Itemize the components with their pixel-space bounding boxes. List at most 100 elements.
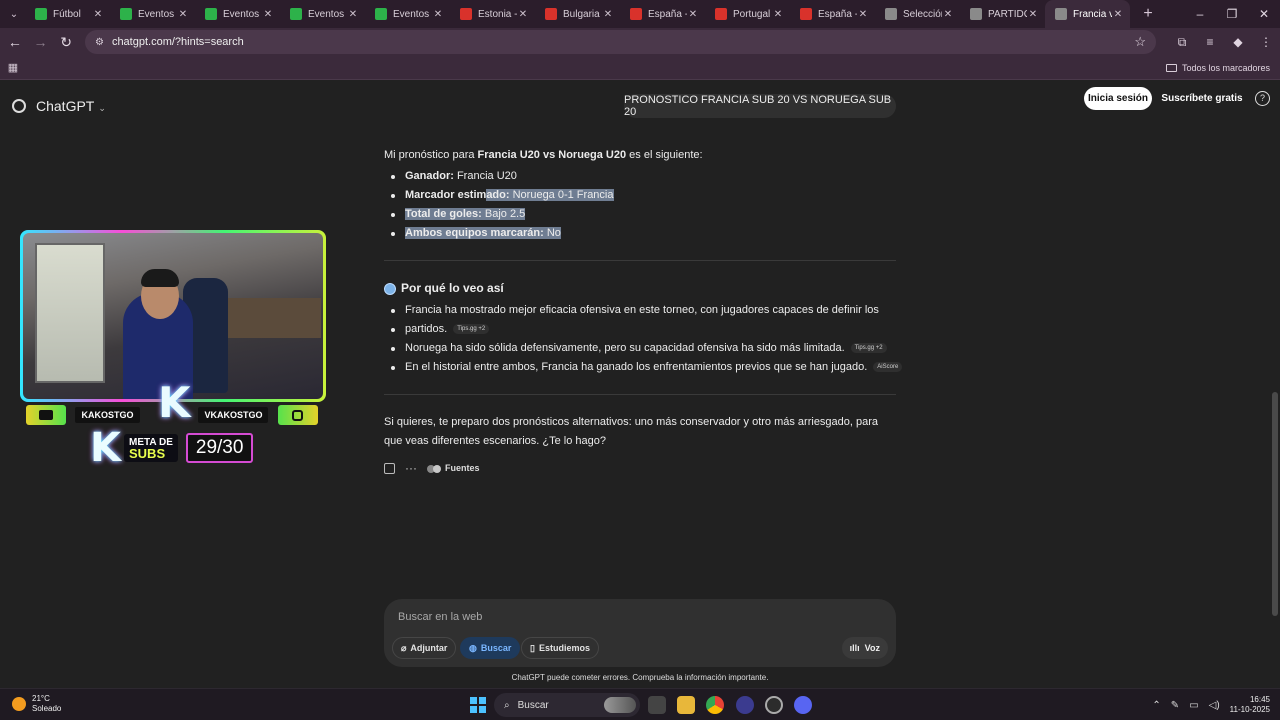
tab-close-icon[interactable]: ✕ xyxy=(347,9,359,20)
user-message-bubble: PRONOSTICO FRANCIA SUB 20 VS NORUEGA SUB… xyxy=(624,94,896,118)
tab-close-icon[interactable]: ✕ xyxy=(602,9,614,20)
menu-icon[interactable]: ⋮ xyxy=(1252,35,1280,50)
prediction-item: Ganador: Francia U20 xyxy=(391,167,517,186)
sub-goal-count: 29/30 xyxy=(185,433,254,463)
tab-close-icon[interactable]: ✕ xyxy=(857,9,869,20)
clock[interactable]: 16:45 11-10-2025 xyxy=(1230,695,1270,715)
profile-icon[interactable]: ◆ xyxy=(1224,35,1252,50)
tab-favicon-icon xyxy=(1055,8,1067,20)
tab-favicon-icon xyxy=(120,8,132,20)
new-tab-button[interactable]: + xyxy=(1136,5,1160,23)
tab-title: Eventos - xyxy=(308,8,347,20)
obs-icon[interactable] xyxy=(765,696,783,714)
tab-close-icon[interactable]: ✕ xyxy=(942,9,954,20)
back-button[interactable]: ← xyxy=(2,34,28,50)
browser-tab[interactable]: Selección✕ xyxy=(875,0,960,28)
browser-tab[interactable]: España - ✕ xyxy=(790,0,875,28)
copy-icon[interactable] xyxy=(384,463,395,474)
close-window-button[interactable]: ✕ xyxy=(1248,7,1280,21)
network-icon[interactable]: ▭ xyxy=(1189,700,1198,711)
bookmark-star-icon[interactable]: ☆ xyxy=(1134,34,1146,50)
tab-favicon-icon xyxy=(460,8,472,20)
prediction-item: Ambos equipos marcarán: No xyxy=(391,224,561,243)
answer-intro: Mi pronóstico para Francia U20 vs Norueg… xyxy=(384,146,703,165)
extensions-icon[interactable]: ⧉ xyxy=(1168,35,1196,50)
chatgpt-header: ChatGPT ⌄ PRONOSTICO FRANCIA SUB 20 VS NO… xyxy=(0,81,1280,131)
section-title-text: Por qué lo veo así xyxy=(401,281,504,295)
file-explorer-icon[interactable] xyxy=(677,696,695,714)
browser-tab[interactable]: Portugal -✕ xyxy=(705,0,790,28)
browser-tab[interactable]: España - ✕ xyxy=(620,0,705,28)
browser-tab[interactable]: Eventos - ✕ xyxy=(195,0,280,28)
page-scrollbar[interactable] xyxy=(1272,392,1278,616)
taskbar-search[interactable]: ⌕ Buscar xyxy=(494,693,640,717)
browser-tab[interactable]: Bulgaria - ✕ xyxy=(535,0,620,28)
app-icon[interactable] xyxy=(736,696,754,714)
browser-tab[interactable]: Eventos - ✕ xyxy=(365,0,450,28)
intro-match: Francia U20 vs Noruega U20 xyxy=(477,149,627,161)
tab-close-icon[interactable]: ✕ xyxy=(1112,9,1124,20)
openai-logo-icon[interactable] xyxy=(12,99,26,113)
browser-tab[interactable]: Eventos - ✕ xyxy=(110,0,195,28)
browser-tab[interactable]: PARTIDOS✕ xyxy=(960,0,1045,28)
message-actions: ··· Fuentes xyxy=(384,459,480,478)
reload-button[interactable]: ↻ xyxy=(53,34,79,51)
goal-line2: SUBS xyxy=(129,446,166,461)
discord-icon[interactable] xyxy=(794,696,812,714)
tab-close-icon[interactable]: ✕ xyxy=(517,9,529,20)
k-logo-small-icon: K xyxy=(90,425,121,471)
signup-button[interactable]: Suscríbete gratis xyxy=(1159,87,1245,110)
forward-button[interactable]: → xyxy=(28,34,54,50)
tray-chevron-icon[interactable]: ⌃ xyxy=(1152,700,1160,711)
tab-close-icon[interactable]: ✕ xyxy=(432,9,444,20)
browser-tab[interactable]: Estonia - ✕ xyxy=(450,0,535,28)
source-chip[interactable]: Tips.gg +2 xyxy=(850,343,887,354)
all-bookmarks-button[interactable]: Todos los marcadores xyxy=(1165,63,1270,73)
tab-close-icon[interactable]: ✕ xyxy=(1027,9,1039,20)
browser-tab[interactable]: Fútbol ✕ xyxy=(25,0,110,28)
help-icon[interactable]: ? xyxy=(1255,91,1270,106)
voice-label: Voz xyxy=(864,643,880,653)
webcam-frame xyxy=(20,230,326,402)
task-view-icon[interactable] xyxy=(648,696,666,714)
minimize-button[interactable]: – xyxy=(1184,7,1216,21)
composer-input[interactable]: Buscar en la web xyxy=(398,611,482,623)
voice-button[interactable]: ıllı Voz xyxy=(841,637,888,659)
media-icon[interactable]: ≡ xyxy=(1196,35,1224,50)
tab-close-icon[interactable]: ✕ xyxy=(772,9,784,20)
browser-tab-strip: ⌄ Fútbol ✕ Eventos - ✕ Eventos - ✕ Eventos - ✕ E… xyxy=(0,0,1280,28)
model-selector[interactable]: ChatGPT ⌄ xyxy=(36,98,106,114)
address-bar[interactable]: ⚙ chatgpt.com/?hints=search ☆ xyxy=(84,30,1156,54)
browser-tab[interactable]: Francia vs✕ xyxy=(1045,0,1130,28)
tab-close-icon[interactable]: ✕ xyxy=(687,9,699,20)
divider xyxy=(384,394,896,395)
start-button[interactable] xyxy=(470,697,486,713)
tab-close-icon[interactable]: ✕ xyxy=(92,9,104,20)
tab-favicon-icon xyxy=(35,8,47,20)
weather-widget[interactable]: 21°C Soleado xyxy=(12,694,61,714)
source-chip[interactable]: Tips.gg +2 xyxy=(453,324,490,335)
login-button[interactable]: Inicia sesión xyxy=(1084,87,1152,110)
sun-icon xyxy=(12,697,26,711)
volume-icon[interactable]: ◁) xyxy=(1209,700,1220,711)
tab-close-icon[interactable]: ✕ xyxy=(177,9,189,20)
attach-button[interactable]: ⌀ Adjuntar xyxy=(392,637,457,659)
weather-condition: Soleado xyxy=(32,704,62,713)
browser-tab[interactable]: Eventos - ✕ xyxy=(280,0,365,28)
pen-icon[interactable]: ✎ xyxy=(1171,700,1179,711)
chrome-icon[interactable] xyxy=(706,696,724,714)
search-toggle-button[interactable]: ◍ Buscar xyxy=(460,637,521,659)
tab-favicon-icon xyxy=(375,8,387,20)
webcam-feed xyxy=(23,233,323,399)
study-button[interactable]: ▯ Estudiemos xyxy=(521,637,599,659)
source-chip[interactable]: AiScore xyxy=(873,362,903,373)
sources-button[interactable]: Fuentes xyxy=(427,459,480,478)
tab-search-icon[interactable]: ⌄ xyxy=(3,4,25,24)
apps-grid-icon[interactable]: ▦ xyxy=(0,61,26,74)
tab-close-icon[interactable]: ✕ xyxy=(262,9,274,20)
prediction-label: Total de goles: xyxy=(405,208,482,220)
instagram-icon xyxy=(277,405,318,425)
site-info-icon[interactable]: ⚙ xyxy=(95,37,104,48)
more-options-icon[interactable]: ··· xyxy=(405,459,417,478)
maximize-button[interactable]: ❐ xyxy=(1216,7,1248,21)
